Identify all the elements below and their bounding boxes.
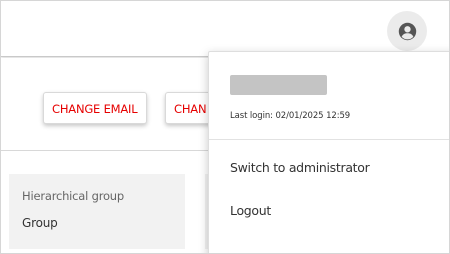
top-header [1,1,449,57]
last-login-text: Last login: 02/01/2025 12:59 [230,111,351,121]
account-circle-icon [398,22,416,40]
user-name-placeholder [230,75,327,95]
hierarchical-group-card: Hierarchical group Group [9,174,185,249]
account-dropdown-menu: Last login: 02/01/2025 12:59 Switch to a… [208,51,449,253]
account-menu-button[interactable] [387,11,427,51]
change-email-button[interactable]: CHANGE EMAIL [43,92,147,124]
hierarchical-group-label: Hierarchical group [22,189,124,203]
switch-to-administrator-item[interactable]: Switch to administrator [230,160,370,175]
hierarchical-group-value: Group [22,216,58,230]
app-frame: CHANGE EMAIL CHAN Hierarchical group Gro… [0,0,450,254]
menu-divider [209,139,449,140]
logout-item[interactable]: Logout [230,203,271,218]
